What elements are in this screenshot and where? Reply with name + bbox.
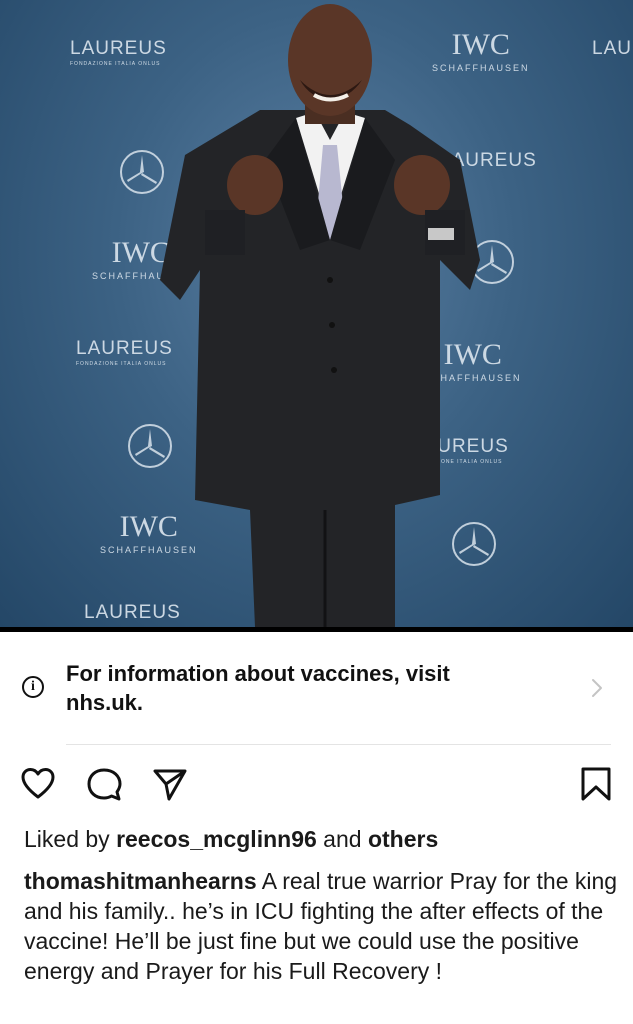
chevron-right-icon[interactable] [590, 678, 604, 698]
man-in-suit-figure [160, 4, 480, 627]
post-caption: thomashitmanhearns A real true warrior P… [24, 866, 619, 986]
comment-icon [87, 768, 122, 801]
likes-summary[interactable]: Liked by reecos_mcglinn96 and others [24, 824, 614, 854]
vaccine-info-text[interactable]: For information about vaccines, visit nh… [66, 659, 486, 717]
liked-by-username[interactable]: reecos_mcglinn96 [116, 826, 317, 852]
send-icon [153, 769, 187, 801]
heart-icon [21, 768, 55, 799]
likes-others-link[interactable]: others [368, 826, 438, 852]
save-button[interactable] [578, 766, 614, 802]
likes-prefix: Liked by [24, 826, 110, 852]
share-button[interactable] [152, 766, 188, 802]
like-button[interactable] [20, 766, 56, 802]
likes-conjunction: and [323, 826, 362, 852]
info-icon: i [22, 676, 44, 698]
bookmark-icon [581, 767, 611, 801]
photo-divider [0, 627, 633, 632]
comment-button[interactable] [86, 766, 122, 802]
post-photo[interactable]: LAUREUS FONDAZIONE ITALIA ONLUS IWC SCHA… [0, 0, 633, 627]
divider [66, 744, 611, 745]
caption-username[interactable]: thomashitmanhearns [24, 868, 257, 894]
